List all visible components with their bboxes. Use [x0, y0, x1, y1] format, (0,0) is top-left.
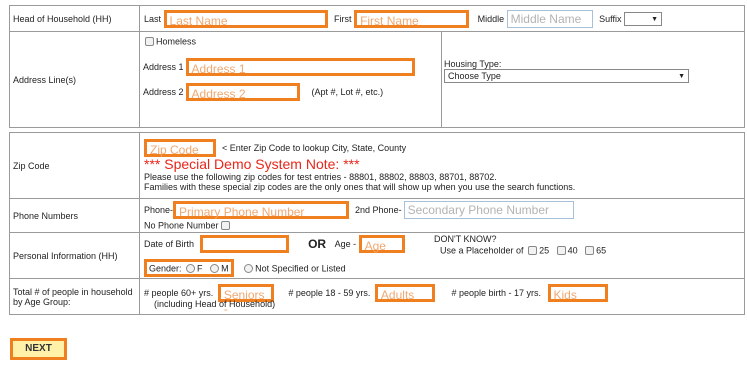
homeless-checkbox[interactable] — [145, 37, 154, 47]
gender-group: Gender: F M — [144, 258, 234, 277]
gender-f-label: F — [197, 263, 203, 274]
placeholder-25-label: 25 — [539, 245, 550, 256]
dob-label: Date of Birth — [144, 238, 195, 249]
suffix-label: Suffix — [599, 13, 622, 24]
adults-input[interactable]: Adults — [374, 284, 435, 302]
gender-not-specified-radio[interactable] — [244, 263, 254, 273]
no-phone-checkbox[interactable] — [220, 220, 230, 230]
demo-note-title: *** Special Demo System Note: *** — [144, 156, 360, 172]
last-name-label: Last — [144, 13, 162, 24]
address2-hint: (Apt #, Lot #, etc.) — [311, 87, 384, 97]
middle-name-input[interactable]: Middle Name — [506, 9, 593, 28]
gender-label: Gender: — [149, 263, 182, 274]
address1-label: Address 1 — [143, 62, 184, 72]
hh-label: Head of Household (HH) — [9, 5, 140, 32]
placeholder-label: Use a Placeholder of — [440, 245, 524, 256]
phone-label-inline: Phone- — [144, 204, 174, 215]
zip-input[interactable]: Zip Code — [144, 139, 216, 157]
placeholder-40-label: 40 — [567, 245, 578, 256]
phone-fields: Phone- Primary Phone Number 2nd Phone- Seco… — [139, 198, 745, 233]
placeholder-25-checkbox[interactable] — [528, 245, 538, 255]
address-label: Address Line(s) — [9, 31, 140, 128]
zip-fields: Zip Code < Enter Zip Code to lookup City,… — [139, 132, 745, 199]
personal-fields: Date of Birth OR Age - Age DON'T KNOW? U… — [139, 232, 745, 279]
suffix-select[interactable]: ▼ — [624, 11, 662, 26]
age-input[interactable]: Age — [358, 234, 405, 253]
zip-hint: < Enter Zip Code to lookup City, State, … — [222, 143, 407, 153]
demo-note-line2: Families with these special zip codes ar… — [144, 182, 576, 192]
seniors-label: # people 60+ yrs. — [144, 288, 214, 298]
personal-label: Personal Information (HH) — [9, 232, 140, 279]
zip-label: Zip Code — [9, 132, 140, 199]
gender-f-radio[interactable] — [186, 263, 196, 273]
no-phone-label: No Phone Number — [144, 220, 219, 231]
placeholder-65-checkbox[interactable] — [585, 245, 595, 255]
primary-phone-input[interactable]: Primary Phone Number — [173, 200, 350, 219]
housing-type-label: Housing Type: — [444, 59, 502, 69]
kids-input[interactable]: Kids — [547, 284, 608, 302]
or-label: OR — [308, 236, 327, 251]
household-form: Head of Household (HH) Last Last Name Fi… — [9, 5, 745, 316]
secondary-phone-input[interactable]: Secondary Phone Number — [403, 200, 574, 219]
phone2-label: 2nd Phone- — [355, 204, 402, 215]
dob-input[interactable] — [199, 234, 289, 253]
middle-name-label: Middle — [477, 13, 505, 24]
hh-name-fields: Last Last Name First First Name Middle M… — [139, 5, 745, 32]
address2-input[interactable]: Address 2 — [185, 83, 300, 101]
adults-label: # people 18 - 59 yrs. — [288, 288, 371, 298]
people-fields: # people 60+ yrs. Seniors - # people 18 … — [139, 278, 745, 316]
housing-type-select[interactable]: Choose Type ▼ — [444, 69, 689, 83]
housing-type-value: Choose Type — [448, 71, 501, 81]
address-left: Homeless Address 1 Address 1 Address 2 Add… — [140, 32, 442, 127]
chevron-down-icon: ▼ — [678, 73, 685, 80]
chevron-down-icon: ▼ — [651, 15, 658, 23]
kids-label: # people birth - 17 yrs. — [451, 288, 541, 298]
dont-know-label: DON'T KNOW? — [434, 233, 497, 244]
gender-m-label: M — [221, 263, 229, 274]
first-name-input[interactable]: First Name — [354, 9, 470, 28]
people-label: Total # of people in household by Age Gr… — [9, 278, 140, 315]
placeholder-65-label: 65 — [596, 245, 607, 256]
first-name-label: First — [334, 13, 352, 24]
demo-note-line1: Please use the following zip codes for t… — [144, 172, 497, 182]
next-button[interactable]: NEXT — [10, 338, 67, 360]
homeless-label: Homeless — [156, 36, 197, 47]
gender-m-radio[interactable] — [210, 263, 220, 273]
address-fields: Homeless Address 1 Address 1 Address 2 Add… — [139, 31, 745, 128]
address2-label: Address 2 — [143, 87, 184, 97]
age-label: Age - — [334, 238, 357, 249]
housing-area: Housing Type: Choose Type ▼ — [442, 32, 744, 127]
placeholder-options: Use a Placeholder of 25 40 65 — [440, 245, 607, 256]
phone-label: Phone Numbers — [9, 198, 140, 233]
address1-input[interactable]: Address 1 — [185, 58, 415, 76]
placeholder-40-checkbox[interactable] — [556, 245, 566, 255]
gender-not-specified-label: Not Specified or Listed — [255, 263, 346, 274]
last-name-input[interactable]: Last Name — [163, 9, 328, 28]
